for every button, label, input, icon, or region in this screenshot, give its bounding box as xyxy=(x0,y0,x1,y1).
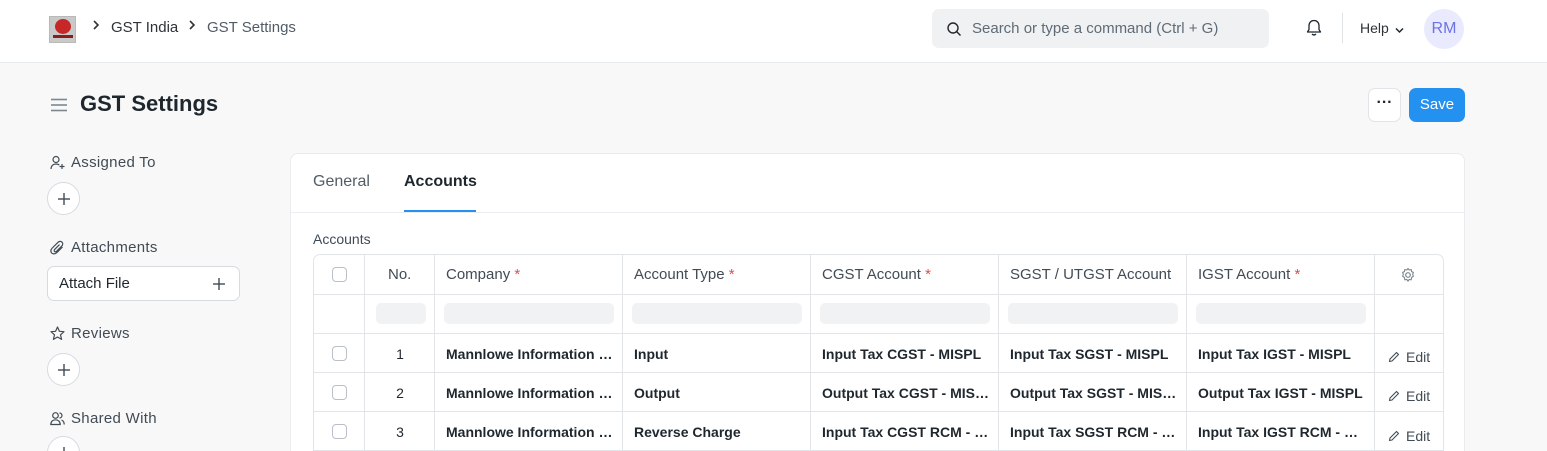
cell-sgst-account[interactable]: Input Tax SGST RCM - MISPL xyxy=(1010,424,1178,440)
column-header-igst-account: IGST Account * xyxy=(1198,266,1301,283)
tabs-divider xyxy=(291,212,1464,213)
bell-icon[interactable] xyxy=(1304,18,1324,38)
chevron-right-icon xyxy=(186,19,200,39)
cell-account-type[interactable]: Reverse Charge xyxy=(634,424,802,440)
pencil-icon xyxy=(1388,430,1400,442)
assigned-user-icon xyxy=(50,155,65,170)
tab-accounts[interactable]: Accounts xyxy=(404,173,477,191)
cell-igst-account[interactable]: Input Tax IGST - MISPL xyxy=(1198,346,1366,362)
edit-row-button[interactable]: Edit xyxy=(1388,428,1430,444)
edit-row-button[interactable]: Edit xyxy=(1388,388,1430,404)
row-number: 2 xyxy=(396,385,404,401)
filter-company-input[interactable] xyxy=(444,303,614,324)
app-logo[interactable] xyxy=(49,16,76,43)
sidebar-attachments-label: Attachments xyxy=(71,239,158,256)
filter-no-input[interactable] xyxy=(376,303,426,324)
add-share-button[interactable] xyxy=(47,436,80,451)
shared-users-icon xyxy=(50,412,65,426)
filter-sgst-input[interactable] xyxy=(1008,303,1178,324)
cell-account-type[interactable]: Output xyxy=(634,385,802,401)
sidebar-shared-with-label: Shared With xyxy=(71,410,157,427)
star-icon xyxy=(50,326,65,340)
column-header-cgst-account: CGST Account * xyxy=(822,266,931,283)
search-input[interactable]: Search or type a command (Ctrl + G) xyxy=(932,9,1269,48)
cell-sgst-account[interactable]: Input Tax SGST - MISPL xyxy=(1010,346,1178,362)
row-checkbox[interactable] xyxy=(332,385,347,400)
sidebar-assigned-to-label: Assigned To xyxy=(71,154,156,171)
navbar-divider xyxy=(1342,13,1343,43)
pencil-icon xyxy=(1388,390,1400,402)
cell-sgst-account[interactable]: Output Tax SGST - MISPL xyxy=(1010,385,1178,401)
attach-file-label: Attach File xyxy=(59,275,130,292)
breadcrumb-gst-india[interactable]: GST India xyxy=(111,19,178,36)
filter-igst-input[interactable] xyxy=(1196,303,1366,324)
plus-icon xyxy=(58,193,70,205)
tab-general[interactable]: General xyxy=(313,173,370,191)
form-card: General Accounts Accounts No. Company * … xyxy=(290,153,1465,451)
add-assignee-button[interactable] xyxy=(47,182,80,215)
more-actions-button[interactable]: ··· xyxy=(1368,88,1401,122)
cell-igst-account[interactable]: Input Tax IGST RCM - MISPL xyxy=(1198,424,1366,440)
chevron-right-icon xyxy=(90,19,104,39)
row-number: 3 xyxy=(396,424,404,440)
sidebar-reviews-label: Reviews xyxy=(71,325,130,342)
column-header-company: Company * xyxy=(446,266,521,283)
column-header-no: No. xyxy=(388,266,412,283)
column-header-account-type: Account Type * xyxy=(634,266,735,283)
column-header-sgst-account: SGST / UTGST Account xyxy=(1010,266,1172,283)
plus-icon xyxy=(213,278,225,290)
add-review-button[interactable] xyxy=(47,353,80,386)
plus-icon xyxy=(58,364,70,376)
attach-file-button[interactable]: Attach File xyxy=(47,266,240,301)
hamburger-icon[interactable] xyxy=(50,96,68,114)
save-button[interactable]: Save xyxy=(1409,88,1465,122)
cell-cgst-account[interactable]: Input Tax CGST RCM - MISPL xyxy=(822,424,990,440)
accounts-section-label: Accounts xyxy=(313,231,371,247)
row-number: 1 xyxy=(396,346,404,362)
page-title: GST Settings xyxy=(80,91,219,116)
cell-cgst-account[interactable]: Input Tax CGST - MISPL xyxy=(822,346,990,362)
search-icon xyxy=(947,22,961,36)
pencil-icon xyxy=(1388,351,1400,363)
cell-company[interactable]: Mannlowe Information Service Pvt Ltd xyxy=(446,346,614,362)
accounts-table: No. Company * Account Type * CGST Accoun… xyxy=(313,254,1444,451)
filter-account-type-input[interactable] xyxy=(632,303,802,324)
select-all-checkbox[interactable] xyxy=(332,267,347,282)
help-menu[interactable]: Help xyxy=(1360,20,1389,36)
gear-icon[interactable] xyxy=(1400,267,1416,283)
filter-cgst-input[interactable] xyxy=(820,303,990,324)
row-checkbox[interactable] xyxy=(332,424,347,439)
cell-igst-account[interactable]: Output Tax IGST - MISPL xyxy=(1198,385,1366,401)
cell-cgst-account[interactable]: Output Tax CGST - MISPL xyxy=(822,385,990,401)
row-checkbox[interactable] xyxy=(332,346,347,361)
avatar[interactable]: RM xyxy=(1424,9,1464,49)
chevron-down-icon[interactable] xyxy=(1394,25,1405,36)
plus-icon xyxy=(63,447,65,451)
paperclip-icon xyxy=(50,240,64,255)
cell-company[interactable]: Mannlowe Information Service Pvt Ltd xyxy=(446,385,614,401)
edit-row-button[interactable]: Edit xyxy=(1388,349,1430,365)
search-placeholder: Search or type a command (Ctrl + G) xyxy=(972,20,1219,37)
cell-company[interactable]: Mannlowe Information Service Pvt Ltd xyxy=(446,424,614,440)
breadcrumb-gst-settings[interactable]: GST Settings xyxy=(207,19,296,36)
navbar: GST India GST Settings Search or type a … xyxy=(0,0,1547,63)
cell-account-type[interactable]: Input xyxy=(634,346,802,362)
